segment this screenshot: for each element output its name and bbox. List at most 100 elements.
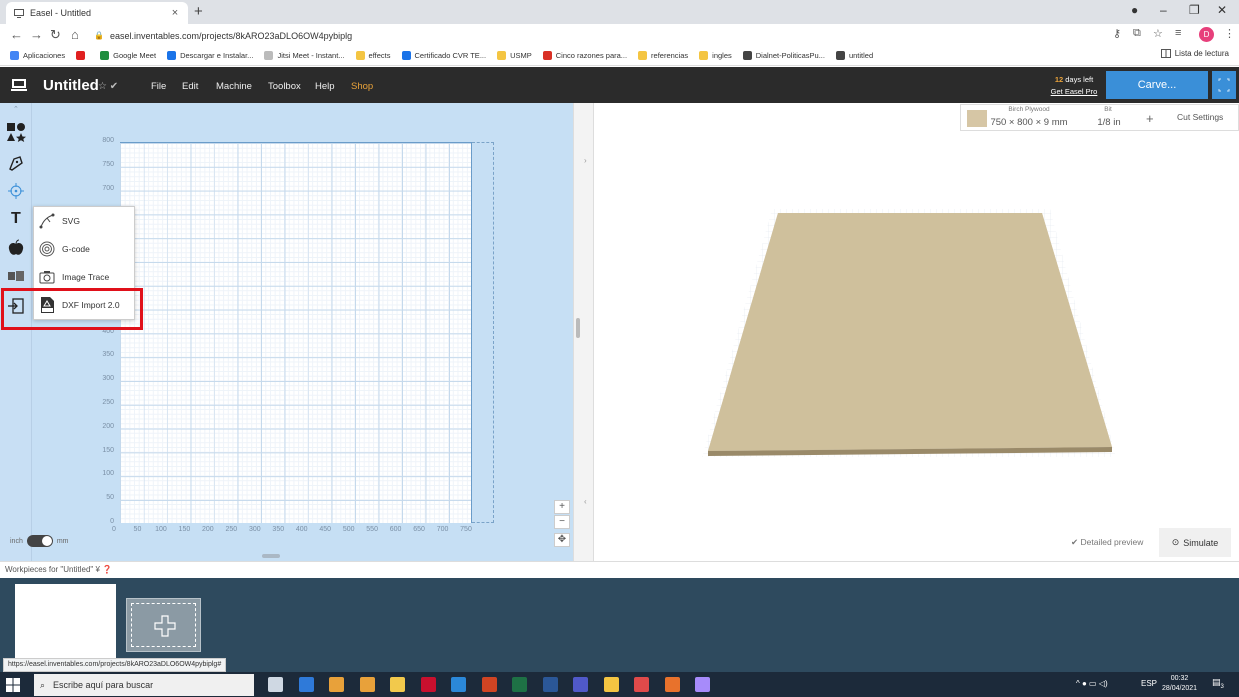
reading-list[interactable]: Lista de lectura — [1160, 49, 1229, 58]
language-indicator[interactable]: ESP — [1141, 679, 1157, 688]
word-icon[interactable] — [542, 677, 558, 692]
file-explorer-icon[interactable] — [359, 677, 375, 692]
carve-button[interactable]: Carve... — [1106, 71, 1208, 99]
excel-icon[interactable] — [512, 677, 527, 692]
bookmark-item[interactable]: Certificado CVR TE... — [401, 51, 486, 60]
import-image-trace-item[interactable]: Image Trace — [38, 266, 132, 288]
project-options-icon[interactable]: ☆ ✔ — [98, 81, 118, 92]
key-icon[interactable]: ⚷ — [1113, 27, 1121, 40]
help-icon[interactable]: ❓ — [102, 565, 112, 574]
bookmark-item[interactable]: untitled — [835, 51, 873, 60]
powerpoint-icon[interactable] — [481, 677, 497, 692]
collapse-right-icon[interactable]: › — [584, 156, 587, 165]
import-svg-item[interactable]: SVG — [38, 210, 132, 232]
reload-icon[interactable]: ↻ — [50, 27, 61, 43]
import-gcode-item[interactable]: G-code — [38, 238, 132, 260]
url-field[interactable]: 🔒 easel.inventables.com/projects/8kARO23… — [94, 27, 1104, 44]
text-tool-icon[interactable]: T — [11, 210, 21, 228]
bookmark-item[interactable]: Aplicaciones — [10, 51, 65, 60]
menu-file[interactable]: File — [151, 81, 166, 92]
units-toggle[interactable]: inch mm — [10, 535, 69, 547]
new-tab-button[interactable]: + — [194, 3, 203, 20]
menu-machine[interactable]: Machine — [216, 81, 252, 92]
easel-logo-icon[interactable] — [10, 76, 28, 94]
bookmark-item[interactable]: Descargar e Instalar... — [167, 51, 253, 60]
tab-close-icon[interactable]: × — [168, 7, 182, 19]
target-icon[interactable] — [6, 181, 26, 201]
material-sheet[interactable] — [120, 142, 472, 523]
bookmark-item[interactable]: Cinco razones para... — [542, 51, 627, 60]
menu-shop[interactable]: Shop — [351, 81, 373, 92]
bookmark-item[interactable]: effects — [355, 51, 391, 60]
bookmark-item[interactable]: USMP — [497, 51, 532, 60]
zoom-in-button[interactable]: + — [554, 500, 570, 514]
bookmark-item[interactable]: Dialnet-PoliticasPu... — [742, 51, 825, 60]
apple-icon[interactable] — [6, 238, 26, 258]
acrobat-icon[interactable] — [420, 677, 436, 692]
menu-help[interactable]: Help — [315, 81, 335, 92]
menu-toolbox[interactable]: Toolbox — [268, 81, 301, 92]
unit-switch[interactable] — [26, 535, 53, 547]
workpiece-thumbnail[interactable] — [15, 584, 116, 664]
kebab-menu-icon[interactable]: ⋮ — [1224, 27, 1235, 40]
reading-queue-icon[interactable]: ≡ — [1175, 27, 1181, 39]
material-size[interactable]: 750 × 800 × 9 mm — [988, 117, 1070, 128]
workpieces-header[interactable]: Workpieces for "Untitled" ¥ ❓ — [0, 561, 1239, 578]
bookmark-icon — [167, 51, 177, 60]
taskbar-search[interactable]: ⌕ Escribe aquí para buscar — [34, 674, 254, 696]
bookmark-item[interactable]: ingles — [699, 51, 732, 60]
simulate-button[interactable]: ⊙ Simulate — [1159, 528, 1231, 557]
back-icon[interactable]: ← — [10, 27, 23, 42]
apps-icon[interactable] — [6, 266, 26, 286]
easel-app-icon[interactable] — [634, 677, 649, 692]
zoom-out-button[interactable]: − — [554, 515, 570, 529]
chrome-icon[interactable] — [329, 677, 344, 692]
project-title[interactable]: Untitled — [43, 77, 99, 94]
windows-start-icon[interactable] — [5, 677, 21, 693]
search-placeholder: Escribe aquí para buscar — [53, 680, 154, 690]
outlook-icon[interactable] — [451, 677, 466, 692]
store-icon[interactable] — [390, 677, 405, 692]
shapes-icon[interactable] — [6, 122, 26, 142]
restore-icon[interactable]: ❐ — [1189, 3, 1200, 17]
star-icon[interactable]: ☆ — [1153, 27, 1163, 40]
unit-inch-label: inch — [10, 537, 23, 545]
teams-icon[interactable] — [573, 677, 588, 692]
canvas-scroll-handle[interactable] — [262, 554, 280, 558]
fullscreen-button[interactable] — [1212, 71, 1236, 99]
add-bit-button[interactable]: + — [1146, 111, 1154, 126]
cut-settings-button[interactable]: Cut Settings — [1177, 112, 1223, 122]
expand-icon — [1218, 78, 1230, 92]
bookmark-item[interactable]: referencias — [638, 51, 688, 60]
chevron-down-icon[interactable]: ¥ — [95, 565, 99, 574]
collapse-up-icon[interactable]: ⌃ — [13, 105, 19, 113]
collapse-left-icon[interactable]: ‹ — [584, 497, 587, 506]
bookmark-item[interactable] — [76, 51, 89, 60]
pan-tool-button[interactable]: ✥ — [554, 533, 570, 547]
sticky-icon[interactable] — [603, 677, 619, 692]
app-f-icon[interactable] — [664, 677, 680, 692]
menu-edit[interactable]: Edit — [182, 81, 198, 92]
system-tray-icons[interactable]: ^ ● ▭ ◁) — [1076, 679, 1108, 688]
divider-handle[interactable] — [576, 318, 580, 338]
profile-avatar[interactable]: D — [1199, 27, 1214, 42]
task-view-icon[interactable] — [268, 677, 283, 692]
browser-tab[interactable]: Easel - Untitled × — [6, 2, 188, 24]
paint-icon[interactable] — [695, 677, 710, 692]
translate-icon[interactable]: ⧉ — [1133, 27, 1141, 40]
notifications-icon[interactable]: ▤3 — [1212, 677, 1226, 691]
media-icon[interactable]: ● — [1131, 3, 1138, 17]
detailed-preview-toggle[interactable]: ✔ Detailed preview — [1071, 537, 1143, 548]
add-workpiece-button[interactable] — [126, 598, 201, 652]
bit-value[interactable]: 1/8 in — [1093, 117, 1125, 128]
taskbar-clock[interactable]: 00:32 28/04/2021 — [1162, 674, 1197, 694]
edge-icon[interactable] — [298, 677, 314, 692]
get-easel-pro-link[interactable]: Get Easel Pro — [1049, 87, 1099, 96]
close-window-icon[interactable]: ✕ — [1217, 3, 1227, 17]
forward-icon[interactable]: → — [30, 27, 43, 42]
bookmark-item[interactable]: Jitsi Meet - Instant... — [264, 51, 345, 60]
minimize-icon[interactable]: – — [1160, 3, 1167, 17]
pen-tool-icon[interactable] — [6, 153, 26, 173]
bookmark-item[interactable]: Google Meet — [100, 51, 156, 60]
home-icon[interactable]: ⌂ — [71, 27, 79, 42]
